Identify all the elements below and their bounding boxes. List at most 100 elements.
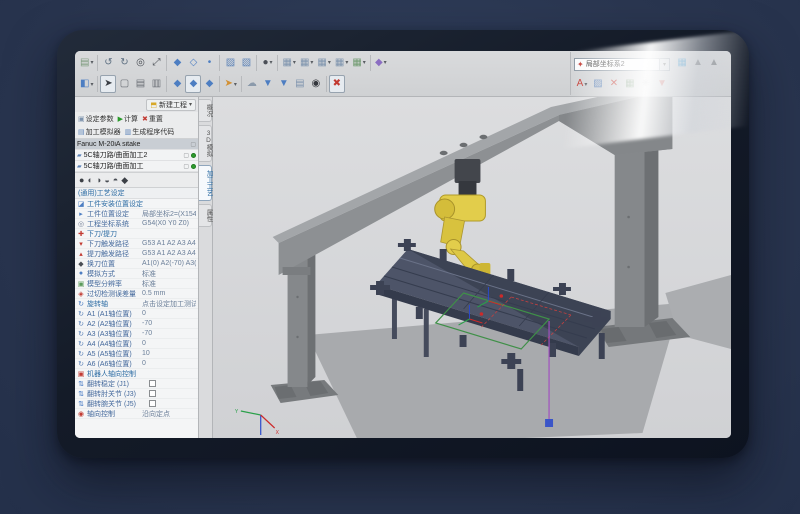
lock-icon[interactable]: ▢ [190, 141, 196, 148]
compare-model-icon[interactable]: ▲ [706, 54, 722, 72]
chevron-down-icon[interactable]: ▾ [269, 59, 272, 66]
new-project-button[interactable]: ⬒ 新建工程 ▾ [146, 99, 196, 111]
operation-row[interactable]: ▰5C轴刀路/曲面加工▢ [75, 161, 198, 172]
model-resolution-row[interactable]: ▣模型分辨率标准 [75, 279, 198, 289]
chevron-down-icon[interactable]: ▾ [234, 81, 237, 88]
property-value[interactable]: 沿向定点 [142, 409, 196, 419]
chevron-down-icon[interactable]: ▾ [584, 81, 587, 88]
lock-icon[interactable]: ▢ [183, 163, 189, 170]
halfshade-view-icon[interactable]: ◐ [87, 176, 92, 185]
property-value[interactable]: 标准 [142, 269, 196, 279]
toolpath-icon[interactable]: ◆ [169, 75, 185, 93]
cell-layout-icon[interactable]: ▦▾ [333, 54, 350, 72]
a1-axis-row[interactable]: ↻A1 (A1轴位置)0 [75, 309, 198, 319]
snap-icon[interactable]: • [201, 54, 217, 72]
plunge-path-row[interactable]: ▾下刀触发路径G53 A1 A2 A3 A4 A5 A [75, 239, 198, 249]
side-tab-3D模拟[interactable]: 3D模拟 [199, 125, 212, 162]
workpiece-setup-icon[interactable]: ▦▾ [315, 54, 332, 72]
pattern-icon[interactable]: ▨ [222, 54, 238, 72]
cloud-data-icon[interactable]: ☁ [244, 75, 260, 93]
select-icon[interactable]: ➤ [100, 75, 116, 93]
machine-setup-icon[interactable]: ▦▾ [280, 54, 297, 72]
side-tab-概况[interactable]: 概况 [199, 99, 212, 122]
probe-icon[interactable]: ➤▾ [222, 75, 238, 93]
a6-axis-row[interactable]: ↻A6 (A6轴位置)0 [75, 359, 198, 369]
rotary-axis-section[interactable]: ↻旋转轴点击设定加工测试方向点 [75, 299, 198, 309]
shaded-view-icon[interactable]: ● [79, 176, 84, 185]
measure-icon[interactable]: ▲ [690, 54, 706, 72]
toolchange-pos-row[interactable]: ◆换刀位置A1(0) A2(-70) A3(-70) [75, 259, 198, 269]
section-view-icon[interactable]: ◒ [104, 176, 109, 185]
flip-base-row[interactable]: ⇅翻转稳定 (J1) [75, 379, 198, 389]
orbit-view-icon[interactable]: ↺ [100, 54, 116, 72]
image-export-icon[interactable]: ▦ [622, 75, 638, 93]
link-network-icon[interactable]: ✳ [638, 75, 654, 93]
side-tab-加工工艺[interactable]: 加工工艺 [199, 165, 212, 201]
set-params-button[interactable]: ▣设定参数 [78, 114, 114, 124]
calculate-button[interactable]: ▶计算 [118, 114, 138, 124]
fixture-setup-icon[interactable]: ▦▾ [298, 54, 315, 72]
filter-edit-icon[interactable]: ▼ [276, 75, 292, 93]
robot-axis-section[interactable]: ▣机器人轴向控制 [75, 369, 198, 379]
property-value[interactable]: A1(0) A2(-70) A3(-70) [142, 260, 196, 267]
plunge-retract-section[interactable]: ✚下刀/提刀 [75, 229, 198, 239]
rotate-view-icon[interactable]: ↻ [116, 54, 132, 72]
chevron-down-icon[interactable]: ▾ [384, 59, 387, 66]
chevron-down-icon[interactable]: ▾ [293, 59, 296, 66]
import-model-icon[interactable]: ▤▾ [78, 54, 95, 72]
coordinate-system-combobox[interactable]: ✦ 局部坐标系2 ▾ [574, 58, 670, 71]
sketch-plane-icon[interactable]: ◇ [185, 54, 201, 72]
retract-path-row[interactable]: ▴提刀触发路径G53 A1 A2 A3 A4 A5 A [75, 249, 198, 259]
export-report-icon[interactable]: A▾ [574, 75, 590, 93]
property-value[interactable]: 点击设定加工测试方向点 [142, 299, 196, 309]
sphere-view-icon[interactable]: ◑ [96, 176, 101, 185]
simulate-icon[interactable]: ◉ [308, 75, 324, 93]
sketch-point-icon[interactable]: ◆ [169, 54, 185, 72]
checkbox[interactable] [149, 390, 156, 397]
a4-axis-row[interactable]: ↻A4 (A4轴位置)0 [75, 339, 198, 349]
property-value[interactable]: 10 [142, 350, 196, 357]
orbit-tool-icon[interactable]: ◓ [113, 176, 118, 185]
chevron-down-icon[interactable]: ▾ [310, 59, 313, 66]
layers-icon[interactable]: ▤ [132, 75, 148, 93]
workpiece-mount-section[interactable]: ◪工件安装位置设定 [75, 199, 198, 209]
stock-model-icon[interactable]: ◧▾ [78, 75, 95, 93]
toolpath-edit-icon[interactable]: ◆ [185, 75, 201, 93]
axis-control-row[interactable]: ◉轴向控制沿向定点 [75, 409, 198, 419]
property-value[interactable]: 0 [142, 340, 196, 347]
filter-icon[interactable]: ▼ [260, 75, 276, 93]
chevron-down-icon[interactable]: ▾ [363, 59, 366, 66]
checkbox[interactable] [149, 400, 156, 407]
transform-icon[interactable]: ▨ [590, 75, 606, 93]
property-value[interactable]: 0.5 mm [142, 290, 196, 297]
property-value[interactable]: -70 [142, 320, 196, 327]
property-value[interactable]: 标准 [142, 279, 196, 289]
toolpath-copy-icon[interactable]: ◆ [201, 75, 217, 93]
sim-mode-row[interactable]: ●模拟方式标准 [75, 269, 198, 279]
chevron-down-icon[interactable]: ▾ [189, 101, 192, 108]
capture-icon[interactable]: ▥ [148, 75, 164, 93]
chevron-down-icon[interactable]: ▾ [345, 59, 348, 66]
property-value[interactable]: 0 [142, 360, 196, 367]
property-value[interactable]: G54(X0 Y0 Z0) [142, 220, 196, 227]
checkbox[interactable] [149, 380, 156, 387]
viewport-3d[interactable]: Y X [213, 97, 731, 438]
chevron-down-icon[interactable]: ▾ [328, 59, 331, 66]
operation-row[interactable]: ▰5C轴刀路/曲面加工2▢ [75, 150, 198, 161]
pan-icon[interactable]: ⤢ [148, 54, 164, 72]
funnel-red-icon[interactable]: ▼ [654, 75, 670, 93]
reset-button[interactable]: ✖重置 [142, 114, 163, 124]
property-value[interactable]: -70 [142, 330, 196, 337]
box-select-icon[interactable]: ▢ [116, 75, 132, 93]
property-value[interactable]: 局部坐标2=(X1544.582 [142, 209, 196, 219]
lock-icon[interactable]: ▢ [183, 152, 189, 159]
flip-elbow-row[interactable]: ⇅翻转肘关节 (J3) [75, 389, 198, 399]
flip-wrist-row[interactable]: ⇅翻转腕关节 (J5) [75, 399, 198, 409]
simulate-button[interactable]: ▤加工模拟器 [78, 127, 121, 137]
render-mode-icon[interactable]: ●▾ [259, 54, 275, 72]
delete-operation-icon[interactable]: ✖ [329, 75, 345, 93]
operation-row[interactable]: Fanuc M-20iA sitake▢ [75, 139, 198, 150]
mirror-icon[interactable]: ▧ [238, 54, 254, 72]
work-coord-row[interactable]: ◎工程坐标系统G54(X0 Y0 Z0) [75, 219, 198, 229]
postprocess-icon[interactable]: ▦▾ [350, 54, 367, 72]
